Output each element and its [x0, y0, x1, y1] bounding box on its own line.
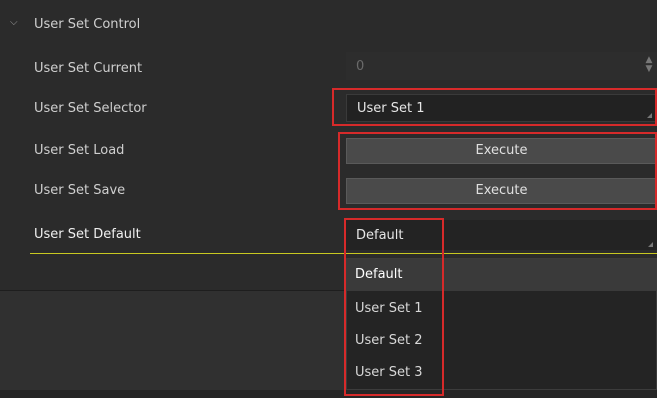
- user-set-current-label: User Set Current: [34, 61, 143, 76]
- option-label: User Set 3: [355, 365, 423, 380]
- option-label: User Set 2: [355, 333, 423, 348]
- option-default[interactable]: Default: [347, 259, 656, 291]
- user-set-selector-dropdown[interactable]: User Set 1: [346, 94, 657, 122]
- spin-arrows-icon: ▲ ▼: [645, 55, 653, 74]
- user-set-selector-label: User Set Selector: [34, 101, 147, 116]
- user-set-default-label: User Set Default: [34, 227, 141, 242]
- section-title: User Set Control: [34, 17, 141, 32]
- user-set-default-options: Default User Set 1 User Set 2 User Set 3: [346, 258, 657, 390]
- user-set-save-execute-button[interactable]: Execute: [346, 178, 657, 204]
- dropdown-corner-icon: [648, 242, 653, 247]
- option-label: Default: [355, 267, 403, 282]
- user-set-load-label: User Set Load: [34, 143, 125, 158]
- option-user-set-3[interactable]: User Set 3: [347, 357, 656, 389]
- property-panel: ⌵ User Set Control User Set Current 0 ▲ ▼…: [0, 0, 657, 398]
- user-set-selector-value: User Set 1: [357, 101, 425, 116]
- option-user-set-2[interactable]: User Set 2: [347, 325, 656, 357]
- user-set-load-execute-button[interactable]: Execute: [346, 138, 657, 164]
- user-set-current-input: 0 ▲ ▼: [346, 52, 657, 80]
- dropdown-corner-icon: [647, 113, 652, 118]
- user-set-current-value: 0: [356, 59, 365, 74]
- user-set-default-value: Default: [356, 228, 404, 243]
- option-user-set-1[interactable]: User Set 1: [347, 293, 656, 325]
- option-label: User Set 1: [355, 301, 423, 316]
- user-set-save-label: User Set Save: [34, 183, 126, 198]
- bottom-divider: [0, 390, 657, 398]
- user-set-default-dropdown[interactable]: Default: [346, 220, 657, 250]
- chevron-down-icon[interactable]: ⌵: [10, 17, 22, 29]
- section-header[interactable]: ⌵ User Set Control: [0, 8, 657, 42]
- empty-area: [0, 290, 346, 391]
